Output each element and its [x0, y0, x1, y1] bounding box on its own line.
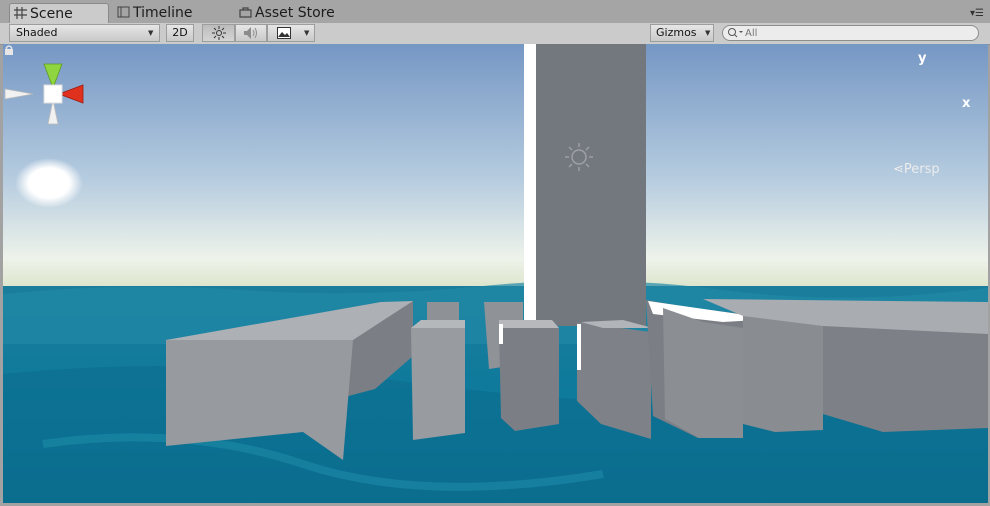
gizmos-dropdown[interactable]: Gizmos ▼ — [650, 24, 714, 42]
gizmo-center-cube — [43, 84, 63, 104]
search-icon — [728, 28, 743, 38]
draw-mode-label: Shaded — [16, 26, 58, 39]
neg-y-axis-cone — [47, 99, 59, 125]
neg-x-axis-cone — [4, 88, 34, 100]
grid-icon — [14, 7, 27, 19]
tab-timeline-label: Timeline — [133, 5, 193, 21]
audio-toggle[interactable] — [235, 24, 267, 42]
draw-mode-dropdown[interactable]: Shaded ▼ — [9, 24, 160, 42]
y-axis-label: y — [918, 51, 927, 66]
tab-menu-icon[interactable]: ▾☰ — [970, 8, 984, 19]
mode-2d-button[interactable]: 2D — [166, 24, 194, 42]
sun-icon — [211, 26, 226, 40]
speaker-icon — [244, 27, 257, 39]
store-icon — [239, 7, 252, 18]
effects-toggle[interactable]: ▼ — [267, 24, 315, 42]
tab-scene[interactable]: Scene — [9, 3, 109, 23]
tab-timeline[interactable]: Timeline — [113, 3, 213, 23]
tab-scene-label: Scene — [30, 6, 73, 22]
lighting-toggle[interactable] — [202, 24, 235, 42]
persp-icon: ⋖ — [893, 162, 904, 177]
projection-toggle[interactable]: ⋖Persp — [893, 162, 940, 177]
tab-bar: Scene Timeline Asset Store ▾☰ — [0, 0, 990, 24]
scene-viewport[interactable]: y x ⋖Persp — [3, 44, 988, 503]
chevron-down-icon: ▼ — [705, 29, 711, 37]
x-axis-cone — [57, 84, 84, 104]
projection-label: Persp — [903, 162, 940, 177]
tab-asset-store[interactable]: Asset Store — [235, 3, 365, 23]
chevron-down-icon: ▼ — [148, 29, 154, 37]
gizmos-label: Gizmos — [656, 26, 697, 39]
x-axis-label: x — [962, 96, 971, 111]
search-input[interactable] — [745, 26, 965, 40]
orientation-gizmo[interactable] — [3, 44, 103, 144]
y-axis-cone — [43, 63, 63, 90]
scene-render — [3, 44, 988, 503]
scene-toolbar: Shaded ▼ 2D ▼ Gizmos ▼ — [0, 23, 990, 45]
timeline-icon — [117, 6, 130, 18]
chevron-down-icon[interactable]: ▼ — [304, 25, 309, 41]
mode-2d-label: 2D — [172, 26, 188, 39]
search-field[interactable] — [722, 25, 979, 41]
image-icon — [277, 27, 291, 39]
tab-asset-store-label: Asset Store — [255, 5, 335, 21]
